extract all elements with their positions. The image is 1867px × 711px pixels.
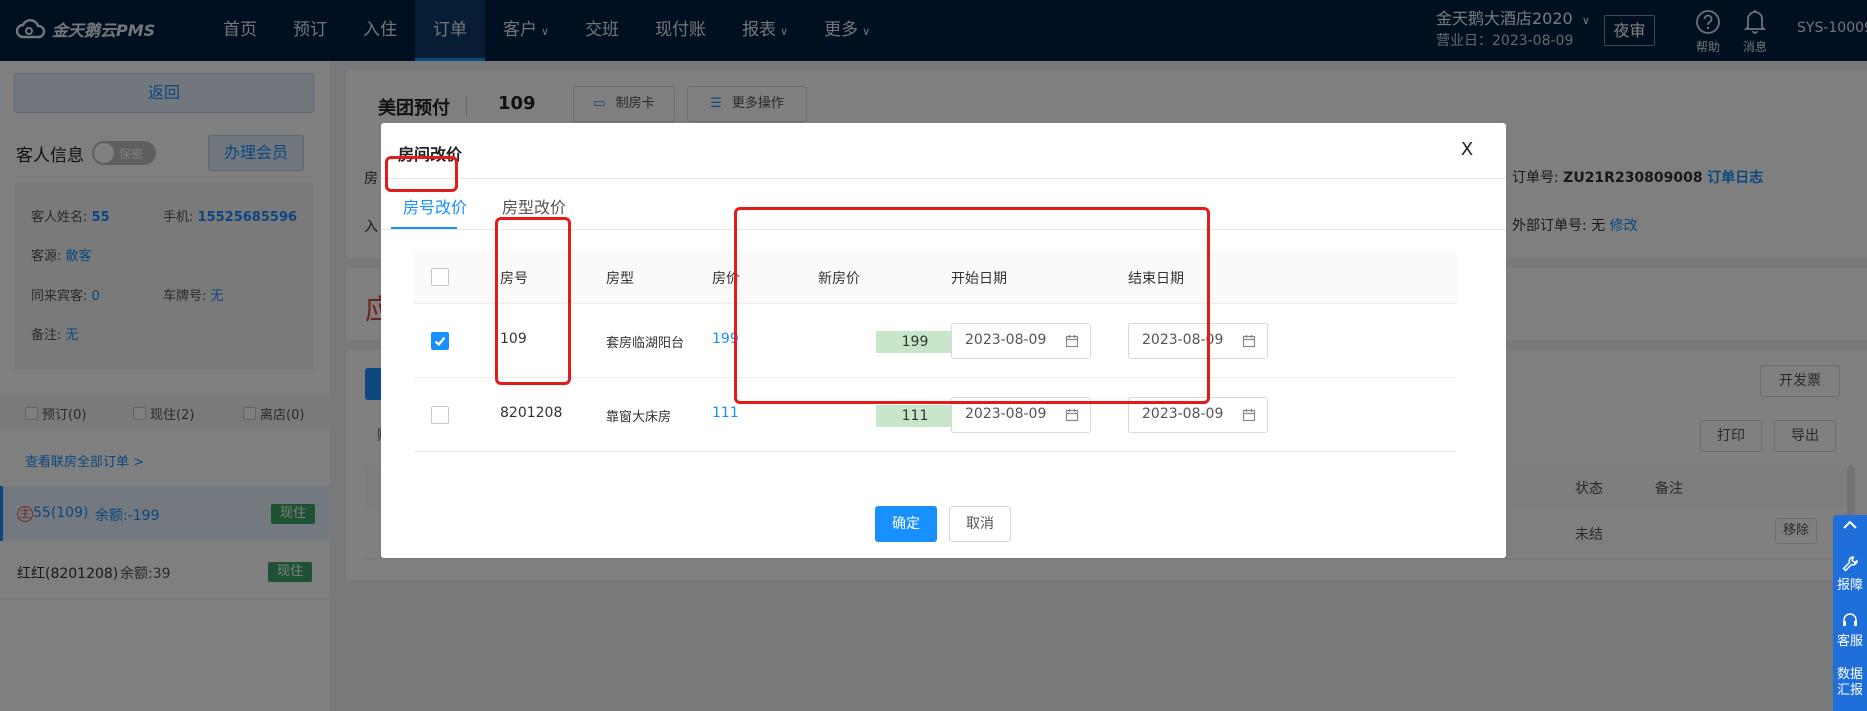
- room-type: 靠窗大床房: [606, 410, 672, 425]
- divider: [381, 178, 1506, 179]
- room-number: 8201208: [500, 405, 563, 421]
- row-checkbox[interactable]: [431, 406, 449, 424]
- calendar-icon: [1242, 409, 1256, 422]
- room-price[interactable]: 111: [712, 405, 739, 421]
- collapse-button[interactable]: [1833, 519, 1867, 536]
- customer-service-label: 客服: [1836, 634, 1863, 649]
- tab-by-room-type[interactable]: 房型改价: [502, 194, 566, 218]
- annotation-highlight-room-number: [495, 217, 571, 385]
- calendar-icon: [1065, 409, 1079, 422]
- annotation-highlight-new-price: [734, 207, 1210, 404]
- close-button[interactable]: X: [1452, 135, 1482, 165]
- active-tab-indicator: [391, 227, 457, 229]
- confirm-button[interactable]: 确定: [875, 506, 937, 542]
- cancel-button[interactable]: 取消: [949, 506, 1011, 542]
- headset-icon: [1843, 613, 1857, 626]
- calendar-icon: [1242, 335, 1256, 348]
- chevron-up-icon: [1843, 520, 1857, 529]
- report-issue-label: 报障: [1836, 578, 1863, 593]
- floating-tools-panel: 报障 客服 数据 汇报: [1833, 515, 1867, 711]
- column-room-type: 房型: [606, 271, 634, 287]
- room-price-change-dialog: 房间改价 X 房号改价 房型改价 房号 房型 房价 新房价 开始日期 结束日期 …: [381, 123, 1506, 558]
- new-price-input[interactable]: 111: [876, 405, 954, 427]
- check-icon: [434, 336, 446, 347]
- report-issue-button[interactable]: 报障: [1833, 555, 1867, 594]
- start-date-value: 2023-08-09: [965, 406, 1047, 422]
- wrench-icon: [1842, 556, 1858, 572]
- row-checkbox[interactable]: [431, 332, 449, 350]
- customer-service-button[interactable]: 客服: [1833, 611, 1867, 650]
- close-icon: X: [1460, 139, 1474, 160]
- data-report-button[interactable]: 数据 汇报: [1833, 667, 1867, 699]
- end-date-value: 2023-08-09: [1142, 406, 1224, 422]
- room-type: 套房临湖阳台: [606, 336, 685, 351]
- data-report-label-2: 汇报: [1836, 683, 1863, 698]
- data-report-label-1: 数据: [1836, 667, 1863, 682]
- select-all-checkbox[interactable]: [431, 268, 449, 286]
- tab-by-room-number[interactable]: 房号改价: [403, 194, 467, 218]
- annotation-highlight-tab: [385, 156, 458, 192]
